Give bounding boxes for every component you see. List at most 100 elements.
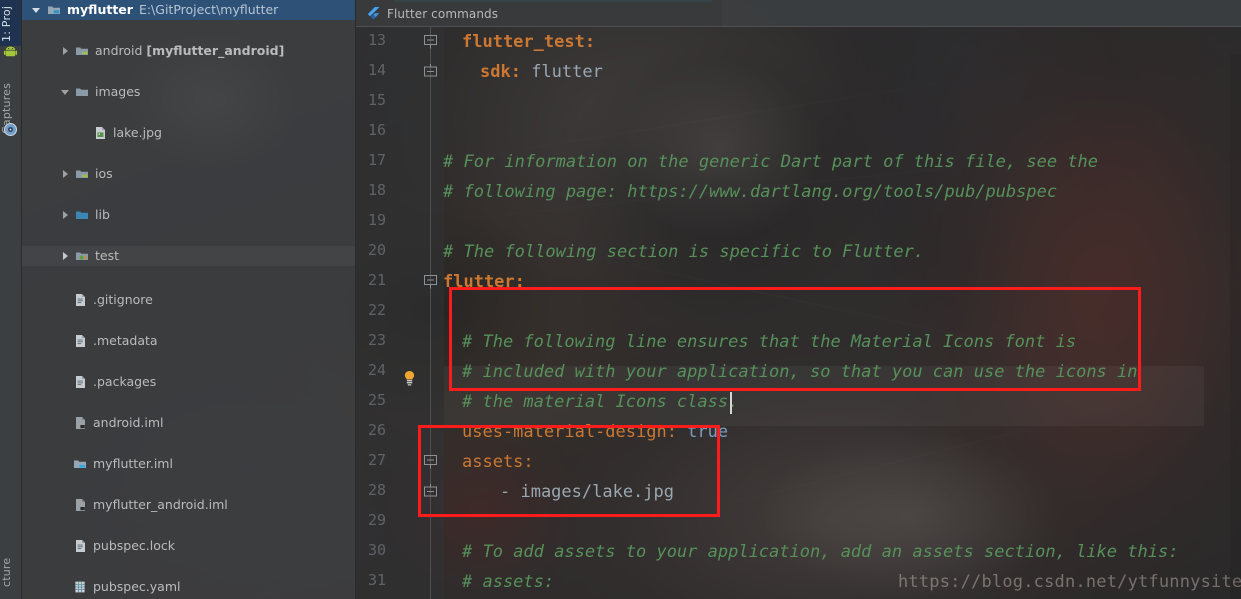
rail-project-label: 1: Proj	[0, 5, 13, 43]
line-number: 13	[367, 31, 386, 49]
tree-row-myflutter-iml[interactable]: myflutter.iml	[21, 454, 355, 474]
tree-label-images: images	[95, 84, 141, 99]
project-tree[interactable]: myflutter E:\GitProject\myflutter android	[21, 0, 355, 594]
chevron-down-icon[interactable]	[61, 88, 69, 96]
tree-row-lib[interactable]: lib	[21, 205, 355, 225]
fold-marker-end[interactable]	[423, 484, 438, 499]
tree-label-packages: .packages	[93, 374, 157, 389]
rail-button-structure[interactable]: cture	[0, 545, 21, 599]
code-line-26[interactable]: uses-material-design: true	[462, 417, 728, 447]
tree-row-android-iml[interactable]: android.iml	[21, 413, 355, 433]
chevron-down-icon[interactable]	[32, 6, 40, 14]
tree-label-pubspec-lock: pubspec.lock	[93, 538, 176, 553]
code-editor[interactable]: 13 14 15 16 17 18 19 20 21 22 23 24 25 2…	[355, 27, 1241, 599]
tree-label-lib: lib	[95, 207, 110, 222]
code-token-value: - images/lake.jpg	[500, 482, 674, 502]
line-number: 16	[367, 121, 386, 139]
tree-label-android: android [myflutter_android]	[95, 43, 285, 58]
root-path: E:\GitProject\myflutter	[138, 2, 279, 17]
code-line-25[interactable]: # the material Icons class.	[462, 387, 738, 417]
line-number: 23	[367, 331, 386, 349]
chevron-right-icon[interactable]	[61, 252, 69, 260]
line-number: 29	[367, 511, 386, 529]
text-file-icon	[73, 539, 87, 553]
code-token-comment: # included with your application, so tha…	[462, 362, 1138, 382]
editor-gutter[interactable]: 13 14 15 16 17 18 19 20 21 22 23 24 25 2…	[355, 27, 444, 599]
editor-vertical-scrollbar[interactable]	[1230, 54, 1241, 599]
code-token-comment: # For information on the generic Dart pa…	[443, 152, 1099, 172]
tree-row-myflutter-android-iml[interactable]: myflutter_android.iml	[21, 495, 355, 515]
line-number: 26	[367, 421, 386, 439]
chevron-right-icon[interactable]	[61, 170, 69, 178]
tree-label-metadata: .metadata	[93, 333, 158, 348]
tree-row-ios[interactable]: ios	[21, 164, 355, 184]
tree-row-android[interactable]: android [myflutter_android]	[21, 41, 355, 61]
chevron-right-icon[interactable]	[61, 47, 69, 55]
tree-label-myflutter-android-iml: myflutter_android.iml	[93, 497, 228, 512]
text-file-icon	[73, 334, 87, 348]
tool-window-rail: 1: Proj Captures cture	[0, 0, 22, 599]
tree-label-pubspec-yaml: pubspec.yaml	[93, 579, 181, 594]
tree-row-root[interactable]: myflutter E:\GitProject\myflutter	[21, 0, 355, 20]
flutter-icon	[367, 6, 380, 20]
tree-label-android-iml: android.iml	[93, 415, 164, 430]
module-folder-icon	[75, 167, 89, 181]
code-token-key: flutter:	[443, 272, 525, 292]
iml-file-icon	[73, 416, 87, 430]
android-module-folder-icon	[75, 44, 89, 58]
text-caret	[730, 392, 732, 414]
code-line-30[interactable]: # To add assets to your application, add…	[462, 537, 1178, 567]
tree-label-android-module: [myflutter_android]	[146, 43, 285, 58]
tree-row-test[interactable]: test	[21, 246, 355, 266]
code-token-comment: # The following section is specific to F…	[443, 242, 925, 262]
line-number: 18	[367, 181, 386, 199]
code-line-21[interactable]: flutter:	[443, 267, 525, 297]
tree-label-test: test	[95, 248, 120, 263]
tree-row-metadata[interactable]: .metadata	[21, 331, 355, 351]
line-number: 21	[367, 271, 386, 289]
tree-row-pubspec-lock[interactable]: pubspec.lock	[21, 536, 355, 556]
fold-marker-end[interactable]	[423, 64, 438, 79]
module-folder-icon	[47, 3, 61, 17]
tree-row-images[interactable]: images	[21, 82, 355, 102]
line-number: 14	[367, 61, 386, 79]
folder-icon	[75, 85, 89, 99]
editor-tab-bar: Flutter commands	[355, 0, 1241, 27]
code-line-14[interactable]: sdk: flutter	[480, 57, 603, 87]
code-line-24[interactable]: # included with your application, so tha…	[462, 357, 1138, 387]
line-number: 17	[367, 151, 386, 169]
fold-marker-collapse[interactable]	[423, 454, 438, 469]
yaml-file-icon	[73, 580, 87, 594]
module-iml-icon	[73, 457, 87, 471]
code-token-comment: # To add assets to your application, add…	[462, 542, 1179, 562]
tree-label-ios: ios	[95, 166, 113, 181]
line-number: 31	[367, 571, 386, 589]
tree-label-myflutter-iml: myflutter.iml	[93, 456, 173, 471]
rail-button-project[interactable]: 1: Proj	[0, 2, 21, 46]
tree-row-packages[interactable]: .packages	[21, 372, 355, 392]
tab-flutter-commands[interactable]: Flutter commands	[355, 0, 722, 27]
code-line-18[interactable]: # following page: https://www.dartlang.o…	[443, 177, 1057, 207]
fold-marker-collapse[interactable]	[423, 34, 438, 49]
code-line-31[interactable]: # assets:	[462, 567, 554, 597]
text-file-icon	[73, 375, 87, 389]
intention-bulb-icon[interactable]	[403, 371, 416, 386]
code-line-13[interactable]: flutter_test:	[462, 27, 595, 57]
line-number: 19	[367, 211, 386, 229]
iml-file-icon	[73, 498, 87, 512]
code-line-27[interactable]: assets:	[462, 447, 534, 477]
line-number: 20	[367, 241, 386, 259]
code-line-23[interactable]: # The following line ensures that the Ma…	[462, 327, 1076, 357]
line-number: 25	[367, 391, 386, 409]
code-line-17[interactable]: # For information on the generic Dart pa…	[443, 147, 1098, 177]
code-token-comment: # The following line ensures that the Ma…	[462, 332, 1077, 352]
fold-marker-collapse[interactable]	[423, 274, 438, 289]
line-number: 27	[367, 451, 386, 469]
chevron-right-icon[interactable]	[61, 211, 69, 219]
code-line-28[interactable]: - images/lake.jpg	[500, 477, 674, 507]
tree-row-gitignore[interactable]: .gitignore	[21, 290, 355, 310]
project-tool-window: myflutter E:\GitProject\myflutter android	[21, 0, 356, 599]
tree-row-lake-jpg[interactable]: lake.jpg	[21, 123, 355, 143]
tree-row-pubspec-yaml[interactable]: pubspec.yaml	[21, 577, 355, 597]
code-line-20[interactable]: # The following section is specific to F…	[443, 237, 924, 267]
